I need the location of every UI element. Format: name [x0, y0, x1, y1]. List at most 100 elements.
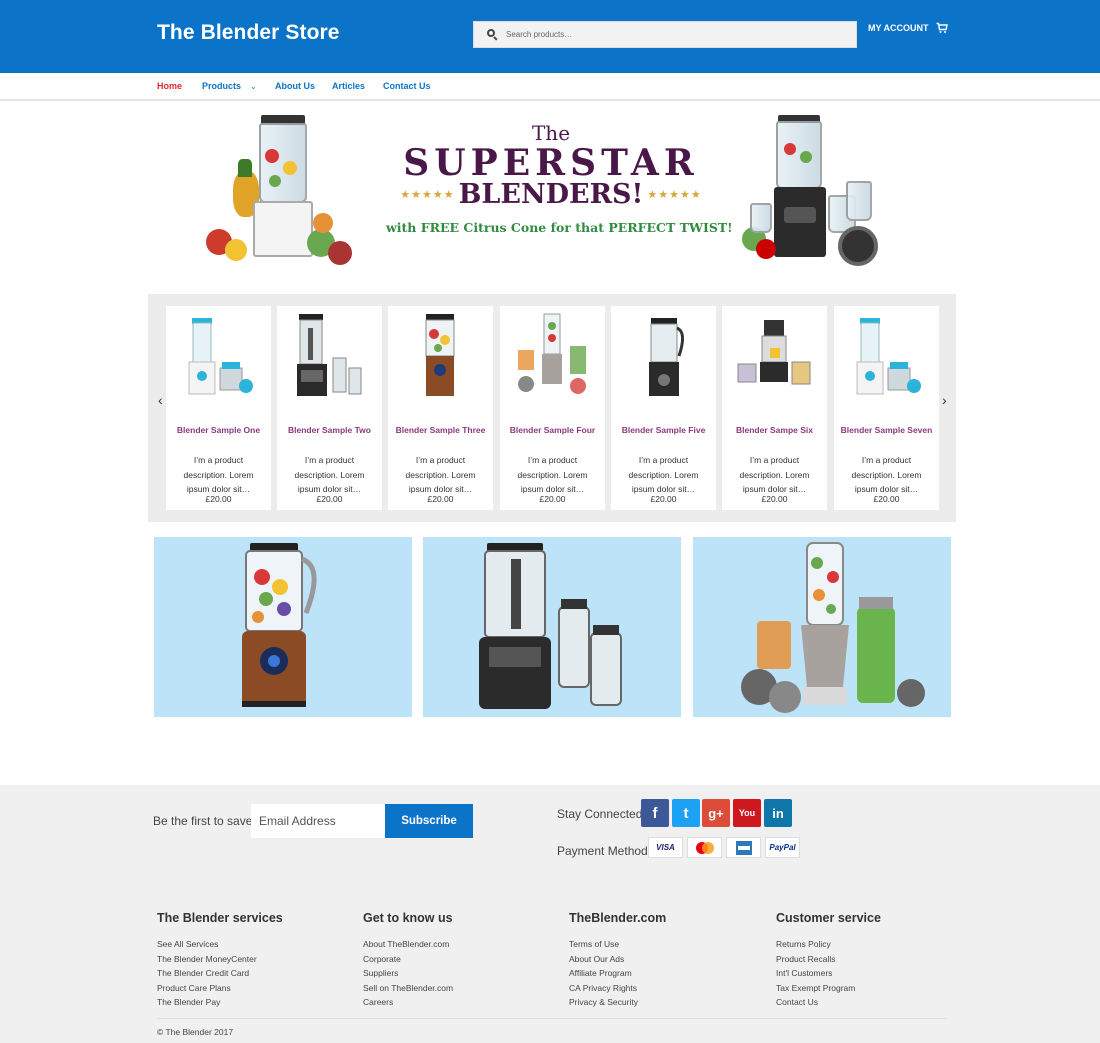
- product-image[interactable]: [178, 312, 259, 400]
- email-field[interactable]: [251, 804, 385, 838]
- product-title[interactable]: Blender Sampe Six: [722, 425, 827, 435]
- nav-products-label: Products: [202, 81, 242, 91]
- nav-contact[interactable]: Contact Us: [383, 81, 431, 91]
- product-card[interactable]: Blender Sample Seven I’m a product descr…: [834, 306, 939, 510]
- footer-link[interactable]: Contact Us: [776, 995, 855, 1010]
- youtube-icon[interactable]: You: [733, 799, 761, 827]
- product-card[interactable]: Blender Sample Three I’m a product descr…: [388, 306, 493, 510]
- product-card[interactable]: Blender Sample Four I’m a product descri…: [500, 306, 605, 510]
- paypal-icon: PayPal: [765, 837, 800, 858]
- subscribe-button[interactable]: Subscribe: [385, 804, 473, 838]
- promo-blender-image: [741, 542, 925, 713]
- product-price: £20.00: [650, 494, 677, 504]
- footer-link[interactable]: Product Recalls: [776, 952, 855, 967]
- nav-about[interactable]: About Us: [275, 81, 315, 91]
- site-header: The Blender Store MY ACCOUNT: [0, 0, 1100, 73]
- footer-link[interactable]: Sell on TheBlender.com: [363, 981, 453, 996]
- product-carousel: ‹ › Blender Sample One I’m a product des…: [148, 294, 956, 522]
- hero-blender-right-image: [738, 111, 908, 271]
- footer-col-title: The Blender services: [157, 911, 283, 925]
- newsletter-label: Be the first to save!: [153, 814, 256, 828]
- nav-articles[interactable]: Articles: [332, 81, 365, 91]
- my-account-link[interactable]: MY ACCOUNT: [868, 23, 929, 33]
- google-plus-icon[interactable]: g+: [702, 799, 730, 827]
- twitter-glyph: t: [683, 804, 689, 822]
- footer-link[interactable]: The Blender Credit Card: [157, 966, 257, 981]
- promo-tile-2[interactable]: [423, 537, 681, 717]
- footer-link[interactable]: The Blender MoneyCenter: [157, 952, 257, 967]
- product-image[interactable]: [400, 312, 481, 400]
- product-title[interactable]: Blender Sample Five: [611, 425, 716, 435]
- promo-tile-3[interactable]: [693, 537, 951, 717]
- linkedin-glyph: in: [772, 805, 784, 821]
- product-title[interactable]: Blender Sample Three: [388, 425, 493, 435]
- product-title[interactable]: Blender Sample One: [166, 425, 271, 435]
- product-image[interactable]: [623, 312, 704, 400]
- product-image[interactable]: [512, 312, 593, 400]
- promo-blender-image: [242, 543, 317, 707]
- footer-link[interactable]: Privacy & Security: [569, 995, 638, 1010]
- hero-headline: The SUPERSTAR ★★★★★ BLENDERS! ★★★★★ with…: [386, 121, 733, 235]
- facebook-icon[interactable]: f: [641, 799, 669, 827]
- linkedin-icon[interactable]: in: [764, 799, 792, 827]
- product-description: I’m a product description. Lorem ipsum d…: [405, 455, 476, 494]
- footer-link[interactable]: Product Care Plans: [157, 981, 257, 996]
- footer-link[interactable]: Careers: [363, 995, 453, 1010]
- product-description: I’m a product description. Lorem ipsum d…: [183, 455, 254, 494]
- product-description: I’m a product description. Lorem ipsum d…: [517, 455, 588, 494]
- hero-line-superstar: SUPERSTAR: [403, 142, 699, 184]
- footer-link[interactable]: Suppliers: [363, 966, 453, 981]
- search-bar: [473, 21, 857, 48]
- footer-link[interactable]: Terms of Use: [569, 937, 638, 952]
- product-card[interactable]: Blender Sample Two I’m a product descrip…: [277, 306, 382, 510]
- nav-products[interactable]: Products ⌄: [202, 81, 257, 91]
- product-description: I’m a product description. Lorem ipsum d…: [628, 455, 699, 494]
- nav-home[interactable]: Home: [157, 81, 182, 91]
- hero-banner[interactable]: The SUPERSTAR ★★★★★ BLENDERS! ★★★★★ with…: [148, 101, 956, 289]
- footer-link[interactable]: The Blender Pay: [157, 995, 257, 1010]
- amex-icon: [726, 837, 761, 858]
- product-price: £20.00: [761, 494, 788, 504]
- cart-icon[interactable]: [936, 22, 948, 34]
- search-input[interactable]: [506, 30, 836, 39]
- footer-link[interactable]: See All Services: [157, 937, 257, 952]
- product-title[interactable]: Blender Sample Two: [277, 425, 382, 435]
- footer-links-know-us: About TheBlender.com Corporate Suppliers…: [363, 937, 453, 1010]
- footer-link[interactable]: About TheBlender.com: [363, 937, 453, 952]
- chevron-down-icon: ⌄: [250, 82, 257, 91]
- footer-link[interactable]: Tax Exempt Program: [776, 981, 855, 996]
- product-image[interactable]: [289, 312, 370, 400]
- promo-tile-1[interactable]: [154, 537, 412, 717]
- footer-col-title: TheBlender.com: [569, 911, 667, 925]
- footer-link[interactable]: About Our Ads: [569, 952, 638, 967]
- carousel-prev-button[interactable]: ‹: [158, 392, 163, 408]
- product-description: I’m a product description. Lorem ipsum d…: [294, 455, 365, 494]
- product-description: I’m a product description. Lorem ipsum d…: [739, 455, 810, 494]
- footer-link[interactable]: Affiliate Program: [569, 966, 638, 981]
- product-card[interactable]: Blender Sampe Six I’m a product descript…: [722, 306, 827, 510]
- product-title[interactable]: Blender Sample Seven: [834, 425, 939, 435]
- promo-blender-image: [479, 543, 622, 709]
- product-price: £20.00: [205, 494, 232, 504]
- copyright-text: © The Blender 2017: [157, 1027, 234, 1037]
- star-rating-icon: ★★★★★: [647, 188, 702, 201]
- product-card[interactable]: Blender Sample One I’m a product descrip…: [166, 306, 271, 510]
- carousel-next-button[interactable]: ›: [942, 392, 947, 408]
- product-title[interactable]: Blender Sample Four: [500, 425, 605, 435]
- footer-link[interactable]: CA Privacy Rights: [569, 981, 638, 996]
- payment-method-label: Payment Method: [557, 844, 648, 858]
- footer-link[interactable]: Int'l Customers: [776, 966, 855, 981]
- footer-link[interactable]: Corporate: [363, 952, 453, 967]
- twitter-icon[interactable]: t: [672, 799, 700, 827]
- product-description: I’m a product description. Lorem ipsum d…: [851, 455, 922, 494]
- product-price: £20.00: [427, 494, 454, 504]
- product-image[interactable]: [846, 312, 927, 400]
- search-icon[interactable]: [487, 29, 498, 41]
- footer-link[interactable]: Returns Policy: [776, 937, 855, 952]
- site-logo[interactable]: The Blender Store: [157, 21, 340, 45]
- footer-links-services: See All Services The Blender MoneyCenter…: [157, 937, 257, 1010]
- mastercard-icon: [687, 837, 722, 858]
- product-image[interactable]: [734, 312, 815, 400]
- product-card[interactable]: Blender Sample Five I’m a product descri…: [611, 306, 716, 510]
- stay-connected-label: Stay Connected: [557, 807, 643, 821]
